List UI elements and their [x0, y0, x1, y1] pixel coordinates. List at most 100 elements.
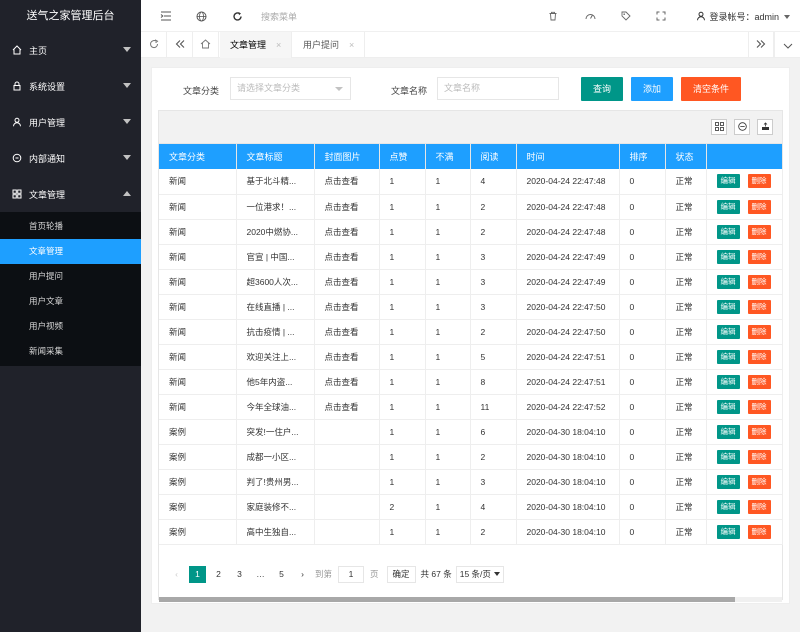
close-icon[interactable]: ×: [276, 40, 281, 50]
delete-button[interactable]: 删除: [747, 374, 771, 389]
cover-image-link[interactable]: 点击查看: [314, 219, 380, 245]
edit-button[interactable]: 编辑: [716, 274, 740, 289]
prev-page-button[interactable]: ‹: [168, 566, 185, 583]
edit-button[interactable]: 编辑: [716, 349, 740, 364]
tabs-scroll-left-button[interactable]: [167, 32, 193, 58]
fullscreen-icon[interactable]: [654, 9, 668, 23]
cover-image-link[interactable]: 点击查看: [314, 319, 380, 345]
tabs-scroll-right-button[interactable]: [748, 32, 774, 58]
page-button-5[interactable]: 5: [273, 566, 290, 583]
dashboard-icon[interactable]: [583, 9, 597, 23]
sidebar-item-users[interactable]: 用户管理: [0, 104, 141, 140]
globe-icon[interactable]: [194, 9, 208, 23]
sidebar-subitem-banner[interactable]: 首页轮播: [0, 214, 141, 239]
edit-button[interactable]: 编辑: [716, 499, 740, 514]
edit-button[interactable]: 编辑: [716, 449, 740, 464]
cover-image-link[interactable]: 点击查看: [314, 194, 380, 220]
home-tab-button[interactable]: [193, 32, 219, 58]
column-header[interactable]: 不满: [425, 144, 471, 169]
edit-button[interactable]: 编辑: [716, 524, 740, 539]
add-button[interactable]: 添加: [631, 77, 673, 101]
cover-image-link[interactable]: 点击查看: [314, 394, 380, 420]
edit-button[interactable]: 编辑: [716, 324, 740, 339]
edit-button[interactable]: 编辑: [716, 249, 740, 264]
cover-image-link[interactable]: 点击查看: [314, 269, 380, 295]
tab-user-questions[interactable]: 用户提问 ×: [293, 32, 366, 58]
article-name-input[interactable]: 文章名称: [437, 77, 559, 100]
sidebar-item-notices[interactable]: 内部通知: [0, 140, 141, 176]
cover-image-link[interactable]: 点击查看: [314, 244, 380, 270]
edit-button[interactable]: 编辑: [716, 199, 740, 214]
column-header[interactable]: 排序: [619, 144, 666, 169]
column-header[interactable]: [706, 144, 783, 169]
page-button-2[interactable]: 2: [210, 566, 227, 583]
trash-icon[interactable]: [546, 9, 560, 23]
edit-button[interactable]: 编辑: [716, 474, 740, 489]
delete-button[interactable]: 删除: [747, 524, 771, 539]
delete-button[interactable]: 删除: [747, 274, 771, 289]
print-button[interactable]: [734, 119, 750, 135]
edit-button[interactable]: 编辑: [716, 224, 740, 239]
column-header[interactable]: 点赞: [379, 144, 426, 169]
delete-button[interactable]: 删除: [747, 299, 771, 314]
cover-image-link[interactable]: 点击查看: [314, 294, 380, 320]
tabs-menu-button[interactable]: [774, 32, 800, 58]
sidebar-item-settings[interactable]: 系统设置: [0, 68, 141, 104]
query-button[interactable]: 查询: [581, 77, 623, 101]
clear-conditions-button[interactable]: 清空条件: [681, 77, 741, 101]
refresh-icon[interactable]: [230, 9, 244, 23]
edit-button[interactable]: 编辑: [716, 399, 740, 414]
columns-filter-button[interactable]: [711, 119, 727, 135]
page-button-1[interactable]: 1: [189, 565, 206, 583]
refresh-tab-button[interactable]: [141, 32, 167, 58]
column-header[interactable]: 时间: [516, 144, 620, 169]
user-menu[interactable]: 登录帐号：admin: [696, 10, 790, 23]
delete-button[interactable]: 删除: [747, 499, 771, 514]
column-header[interactable]: 封面图片: [314, 144, 380, 169]
delete-button[interactable]: 删除: [747, 424, 771, 439]
delete-button[interactable]: 删除: [747, 449, 771, 464]
page-button-3[interactable]: 3: [231, 566, 248, 583]
tag-icon[interactable]: [619, 9, 633, 23]
delete-button[interactable]: 删除: [747, 249, 771, 264]
table-cell: 1: [379, 194, 426, 220]
menu-search-input[interactable]: 搜索菜单: [261, 10, 297, 23]
export-button[interactable]: [757, 119, 773, 135]
sidebar-item-articles[interactable]: 文章管理: [0, 176, 141, 212]
category-select[interactable]: 请选择文章分类: [230, 77, 351, 100]
delete-button[interactable]: 删除: [747, 199, 771, 214]
table-cell: 正常: [665, 194, 707, 220]
edit-button[interactable]: 编辑: [716, 374, 740, 389]
horizontal-scrollbar[interactable]: [159, 597, 782, 602]
edit-button[interactable]: 编辑: [716, 174, 740, 189]
edit-button[interactable]: 编辑: [716, 299, 740, 314]
column-header[interactable]: 文章分类: [159, 144, 237, 169]
goto-confirm-button[interactable]: 确定: [386, 565, 416, 583]
edit-button[interactable]: 编辑: [716, 424, 740, 439]
delete-button[interactable]: 删除: [747, 174, 771, 189]
close-icon[interactable]: ×: [349, 40, 354, 50]
sidebar-item-home[interactable]: 主页: [0, 32, 141, 68]
delete-button[interactable]: 删除: [747, 399, 771, 414]
tab-article-management[interactable]: 文章管理 ×: [220, 32, 293, 58]
sidebar-subitem-articles[interactable]: 文章管理: [0, 239, 141, 264]
sidebar-subitem-user-articles[interactable]: 用户文章: [0, 289, 141, 314]
sidebar-subitem-questions[interactable]: 用户提问: [0, 264, 141, 289]
cover-image-link[interactable]: 点击查看: [314, 369, 380, 395]
cover-image-link[interactable]: 点击查看: [314, 344, 380, 370]
sidebar-subitem-user-videos[interactable]: 用户视频: [0, 314, 141, 339]
column-header[interactable]: 文章标题: [236, 144, 315, 169]
delete-button[interactable]: 删除: [747, 474, 771, 489]
next-page-button[interactable]: ›: [294, 566, 311, 583]
column-header[interactable]: 状态: [665, 144, 707, 169]
scrollbar-thumb[interactable]: [159, 597, 735, 602]
goto-page-input[interactable]: 1: [338, 565, 365, 583]
delete-button[interactable]: 删除: [747, 324, 771, 339]
column-header[interactable]: 阅读: [470, 144, 517, 169]
delete-button[interactable]: 删除: [747, 349, 771, 364]
sidebar-subitem-news-collect[interactable]: 新闻采集: [0, 339, 141, 364]
page-size-select[interactable]: 15 条/页: [455, 565, 504, 583]
cover-image-link[interactable]: 点击查看: [314, 169, 380, 195]
delete-button[interactable]: 删除: [747, 224, 771, 239]
menu-collapse-icon[interactable]: [159, 9, 173, 23]
